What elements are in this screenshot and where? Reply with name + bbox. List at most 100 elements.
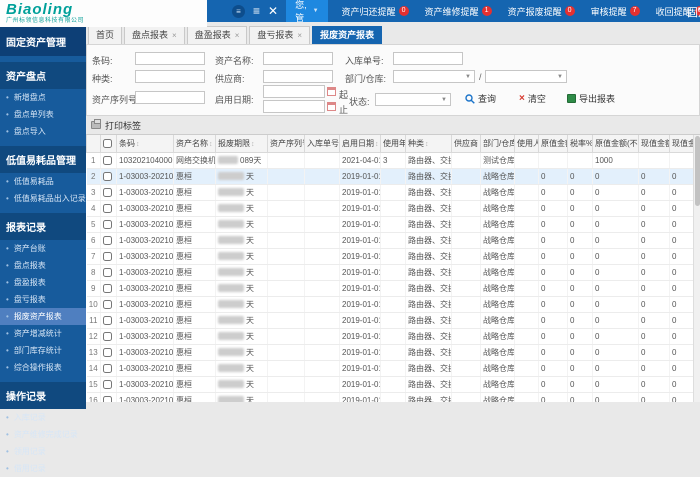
table-row[interactable]: 81-03003-20210128-惠桓天2019-01-01路由器、交换战略仓… xyxy=(87,264,700,280)
table-row[interactable]: 110320210400013网络交换机089天2021-04-013路由器、交… xyxy=(87,152,700,168)
calendar-icon[interactable] xyxy=(327,87,336,96)
supplier-input[interactable] xyxy=(263,70,333,83)
date-to-input[interactable] xyxy=(263,100,325,113)
sidebar-item[interactable]: •低值易耗品出入记录 xyxy=(0,190,86,207)
sidebar-section-header[interactable]: 资产盘点 xyxy=(0,62,86,89)
column-header-category[interactable]: 种类↕ xyxy=(406,135,452,152)
sort-icon[interactable]: ↕ xyxy=(425,141,429,148)
row-checkbox[interactable] xyxy=(103,348,112,357)
tab-close-icon[interactable]: × xyxy=(297,27,302,44)
sidebar-section-header[interactable]: 操作记录 xyxy=(0,382,86,409)
table-row[interactable]: 141-03003-20210128-惠桓天2019-01-01路由器、交换战略… xyxy=(87,360,700,376)
row-checkbox[interactable] xyxy=(103,172,112,181)
row-checkbox[interactable] xyxy=(103,300,112,309)
tab-active[interactable]: 报废资产报表 xyxy=(312,26,382,44)
sort-icon[interactable]: ↕ xyxy=(136,141,140,148)
column-header-barcode[interactable]: 条码↕ xyxy=(117,135,174,152)
calendar-icon[interactable] xyxy=(327,102,336,111)
category-input[interactable] xyxy=(135,70,205,83)
column-header-user[interactable]: 使用人↕ xyxy=(515,135,539,152)
topbar-menu-item[interactable]: 资产维修提醒1 xyxy=(425,5,492,18)
asset-name-input[interactable] xyxy=(263,52,333,65)
topbar-menu-item[interactable]: 资产报废提醒0 xyxy=(508,5,575,18)
row-checkbox[interactable] xyxy=(103,156,112,165)
export-report-button[interactable]: 导出报表 xyxy=(567,92,615,105)
scrollbar-thumb[interactable] xyxy=(695,136,700,206)
column-header-order[interactable]: 入库单号↕ xyxy=(305,135,340,152)
sidebar-item[interactable]: •盘点单列表 xyxy=(0,106,86,123)
row-checkbox[interactable] xyxy=(103,364,112,373)
sidebar-item[interactable]: •部门库存统计 xyxy=(0,342,86,359)
table-row[interactable]: 51-03003-20210128-惠桓天2019-01-01路由器、交换战略仓… xyxy=(87,216,700,232)
sidebar-item[interactable]: •盘亏报表 xyxy=(0,291,86,308)
row-checkbox[interactable] xyxy=(103,380,112,389)
column-header-date[interactable]: 启用日期↕ xyxy=(340,135,381,152)
row-checkbox[interactable] xyxy=(103,284,112,293)
table-row[interactable]: 161-03003-20210128-惠桓天2019-01-01路由器、交换战略… xyxy=(87,392,700,402)
sidebar-section-header[interactable]: 报表记录 xyxy=(0,213,86,240)
print-label-button[interactable]: 打印标签 xyxy=(86,116,700,134)
sidebar-item[interactable]: •低值易耗品 xyxy=(0,173,86,190)
column-header-amt_tax[interactable]: 原值金额(含 xyxy=(539,135,568,152)
tab-item[interactable]: 盘亏报表× xyxy=(249,26,310,44)
topbar-menu-item[interactable]: 审核提醒7 xyxy=(591,5,640,18)
row-checkbox[interactable] xyxy=(103,396,112,402)
sidebar-item[interactable]: •盘盈报表 xyxy=(0,274,86,291)
sidebar-item[interactable]: •盘点导入 xyxy=(0,123,86,140)
tab-item[interactable]: 首页 xyxy=(88,26,122,44)
column-header-years[interactable]: 使用年限 xyxy=(381,135,406,152)
row-checkbox[interactable] xyxy=(103,316,112,325)
vertical-scrollbar[interactable] xyxy=(693,135,700,402)
column-header-scrap[interactable]: 报废期限↕ xyxy=(216,135,268,152)
column-header-amt_notax[interactable]: 原值金额(不含税 xyxy=(593,135,639,152)
row-checkbox[interactable] xyxy=(103,332,112,341)
sidebar-section-header[interactable]: 低值易耗品管理 xyxy=(0,146,86,173)
barcode-input[interactable] xyxy=(135,52,205,65)
menu-toggle-icon[interactable]: ≡ xyxy=(253,0,260,22)
warehouse-select[interactable]: ▼ xyxy=(485,70,567,83)
dept-select[interactable]: ▼ xyxy=(393,70,475,83)
collapse-circle-icon[interactable]: ≡ xyxy=(232,5,245,18)
column-header-name[interactable]: 资产名称↕ xyxy=(174,135,216,152)
sidebar-item[interactable]: •综合操作报表 xyxy=(0,359,86,376)
tab-item[interactable]: 盘盈报表× xyxy=(187,26,248,44)
table-row[interactable]: 41-03003-20210128-惠桓天2019-01-01路由器、交换战略仓… xyxy=(87,200,700,216)
date-from-input[interactable] xyxy=(263,85,325,98)
serial-input[interactable] xyxy=(135,91,205,104)
row-checkbox[interactable] xyxy=(103,236,112,245)
column-header-dept[interactable]: 部门/仓库↕ xyxy=(481,135,515,152)
tab-item[interactable]: 盘点报表× xyxy=(124,26,185,44)
welcome-dropdown[interactable]: 欢迎您,管理员 ▼ xyxy=(286,0,327,22)
table-row[interactable]: 131-03003-20210128-惠桓天2019-01-01路由器、交换战略… xyxy=(87,344,700,360)
sidebar-item[interactable]: •新增盘点 xyxy=(0,89,86,106)
table-row[interactable]: 101-03003-20210128-惠桓天2019-01-01路由器、交换战略… xyxy=(87,296,700,312)
sidebar-item[interactable]: •借用记录 xyxy=(0,460,86,477)
clear-button[interactable]: × 清空 xyxy=(519,92,546,105)
column-header-supplier[interactable]: 供应商↕ xyxy=(452,135,481,152)
topbar-menu-item[interactable]: 资产归还提醒0 xyxy=(342,5,409,18)
sidebar-item[interactable]: •领用记录 xyxy=(0,443,86,460)
sort-icon[interactable]: ↕ xyxy=(209,141,213,148)
query-button[interactable]: 查询 xyxy=(465,92,496,105)
column-header-cur1[interactable]: 现值金额(不含税 xyxy=(639,135,670,152)
row-checkbox[interactable] xyxy=(103,252,112,261)
row-checkbox[interactable] xyxy=(103,220,112,229)
sidebar-item[interactable]: •盘点报表 xyxy=(0,257,86,274)
sidebar-item[interactable]: •资产维修完成记录 xyxy=(0,426,86,443)
column-header-serial[interactable]: 资产序列号 xyxy=(268,135,305,152)
sidebar-item[interactable]: •资产台账 xyxy=(0,240,86,257)
tab-close-icon[interactable]: × xyxy=(172,27,177,44)
table-row[interactable]: 21-03003-20210128-惠桓天2019-01-01路由器、交换战略仓… xyxy=(87,168,700,184)
row-checkbox[interactable] xyxy=(103,188,112,197)
sidebar-item[interactable]: •资产增减统计 xyxy=(0,325,86,342)
sidebar-item-selected[interactable]: •报废资产报表 xyxy=(0,308,86,325)
sort-icon[interactable]: ↕ xyxy=(251,141,255,148)
close-icon[interactable]: ✕ xyxy=(268,0,278,22)
sort-icon[interactable]: ↕ xyxy=(375,141,379,148)
tab-close-icon[interactable]: × xyxy=(235,27,240,44)
table-row[interactable]: 31-03003-20210128-惠桓天2019-01-01路由器、交换战略仓… xyxy=(87,184,700,200)
table-row[interactable]: 91-03003-20210128-惠桓天2019-01-01路由器、交换战略仓… xyxy=(87,280,700,296)
sidebar-item[interactable]: •入库记录 xyxy=(0,409,86,426)
select-all-checkbox[interactable] xyxy=(103,139,112,148)
row-checkbox[interactable] xyxy=(103,268,112,277)
